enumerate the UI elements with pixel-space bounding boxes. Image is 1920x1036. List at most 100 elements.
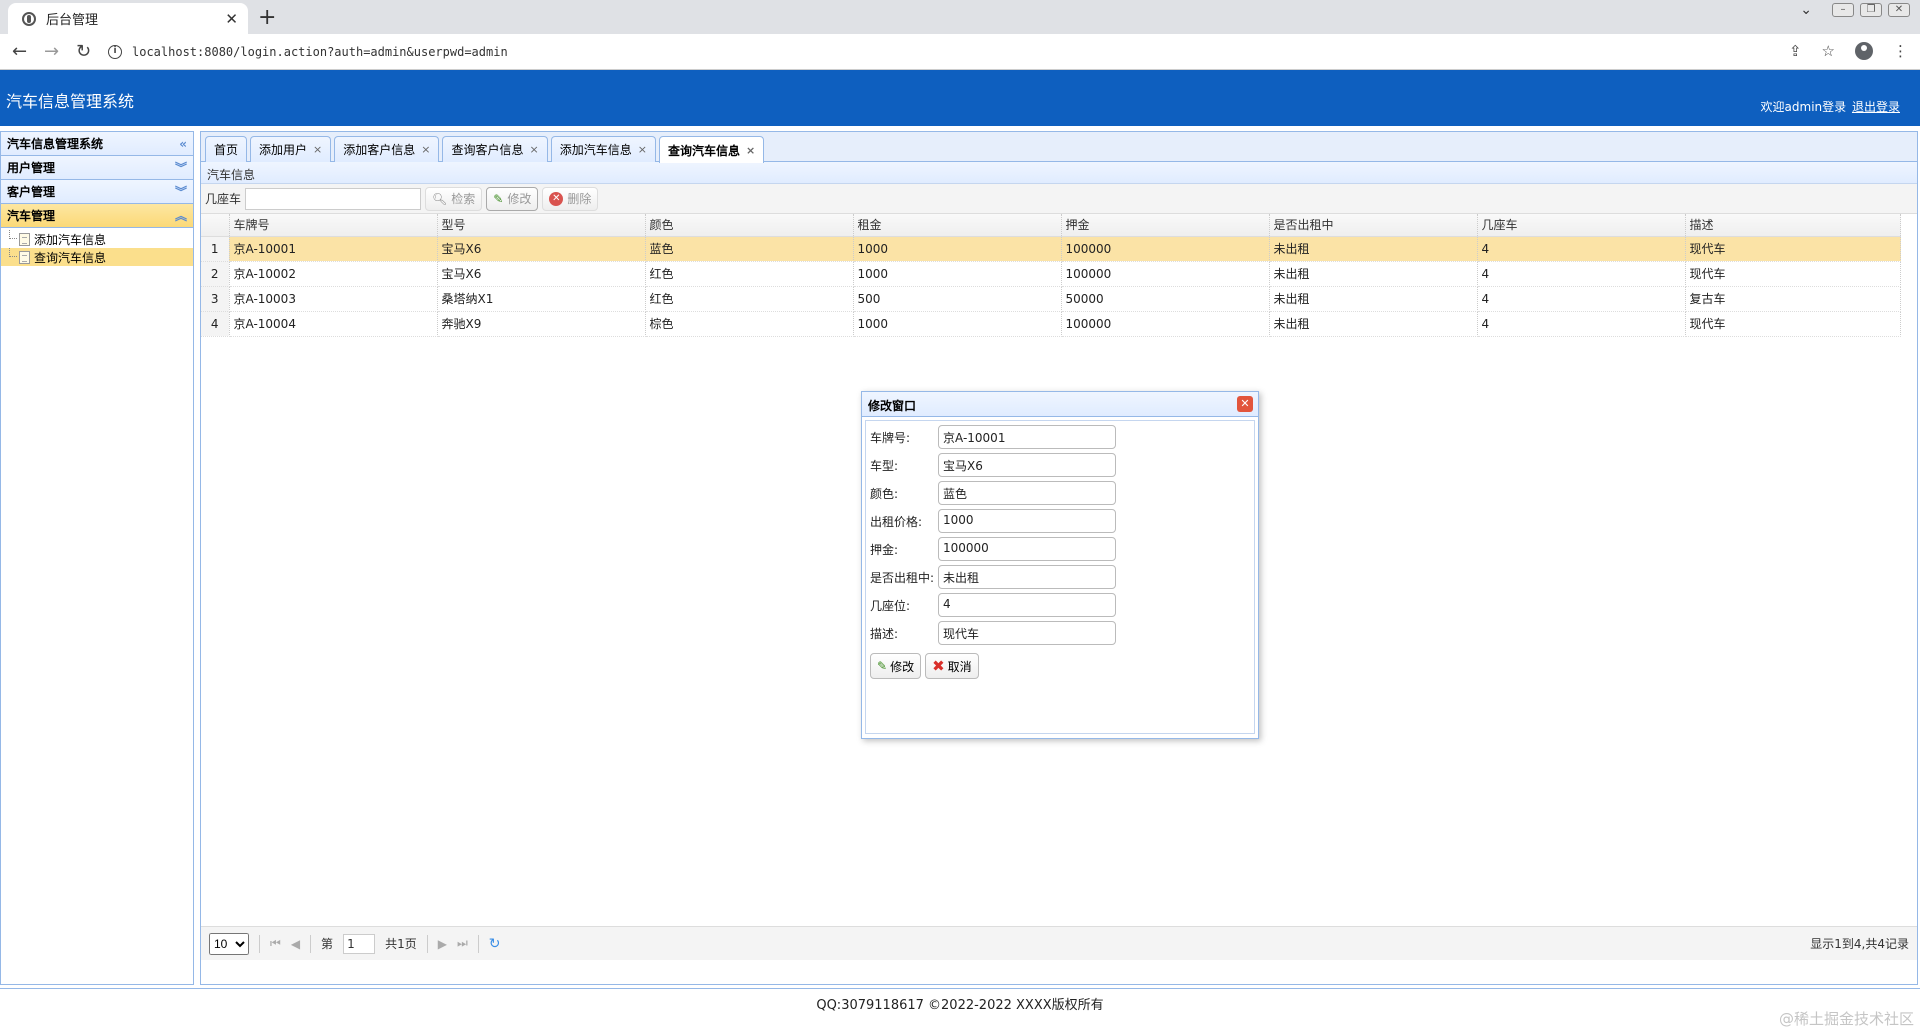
column-header[interactable]: 几座车 (1477, 214, 1686, 237)
search-button[interactable]: 🔍︎ 检索 (425, 186, 483, 211)
tab-add-customer[interactable]: 添加客户信息 × (334, 136, 440, 162)
chevron-down-icon[interactable]: ⌄ (1800, 2, 1812, 18)
edit-button[interactable]: ✎ 修改 (486, 186, 539, 211)
tab-query-customer[interactable]: 查询客户信息 × (442, 136, 548, 162)
sidebar-section-customer[interactable]: 客户管理 ︾ (1, 180, 193, 204)
table-cell: 京A-10002 (229, 261, 438, 287)
cancel-button[interactable]: ✖ 取消 (925, 653, 979, 679)
sidebar-section-car[interactable]: 汽车管理 ︽ (1, 204, 193, 228)
content-title: 汽车信息 (201, 162, 1917, 184)
tree-item-query-car[interactable]: 查询汽车信息 (1, 248, 193, 266)
tree-item-add-car[interactable]: 添加汽车信息 (1, 230, 193, 248)
field-label: 押金: (870, 542, 899, 557)
table-cell: 现代车 (1685, 311, 1901, 337)
browser-tab[interactable]: 后台管理 ✕ (8, 3, 248, 34)
search-icon: 🔍︎ (432, 191, 448, 206)
table-cell: 4 (1477, 261, 1686, 287)
table-row[interactable]: 4 京A-10004 奔驰X9 棕色 1000 100000 未出租 4 现代车 (201, 311, 1901, 337)
rent-price-field[interactable]: 1000 (938, 509, 1116, 533)
share-icon[interactable]: ⇪ (1789, 42, 1802, 60)
app-header: 汽车信息管理系统 欢迎admin登录 退出登录 (0, 70, 1920, 126)
next-page-icon[interactable]: ▶ (438, 937, 447, 951)
seats-label: 几座车 (205, 192, 242, 206)
reload-icon[interactable]: ↻ (76, 41, 91, 62)
table-row[interactable]: 1 京A-10001 宝马X6 蓝色 1000 100000 未出租 4 现代车 (201, 236, 1901, 262)
plate-field[interactable]: 京A-10001 (938, 425, 1116, 449)
page-prefix: 第 (321, 937, 334, 951)
column-header[interactable]: 租金 (853, 214, 1062, 237)
tab-add-car[interactable]: 添加汽车信息 × (550, 136, 656, 162)
close-icon[interactable]: ✕ (1237, 396, 1253, 412)
table-cell: 现代车 (1685, 261, 1901, 287)
last-page-icon[interactable]: ⏭ (457, 936, 468, 951)
tree-item-label: 添加汽车信息 (34, 232, 107, 247)
first-page-icon[interactable]: ⏮ (270, 936, 281, 951)
url-field[interactable]: i localhost:8080/login.action?auth=admin… (108, 39, 1808, 65)
tab-label: 添加汽车信息 (559, 143, 632, 157)
minimize-icon[interactable]: – (1832, 3, 1854, 17)
close-icon[interactable]: × (638, 143, 647, 156)
table-row[interactable]: 3 京A-10003 桑塔纳X1 红色 500 50000 未出租 4 复古车 (201, 286, 1901, 312)
column-header[interactable]: 是否出租中 (1269, 214, 1478, 237)
table-cell: 桑塔纳X1 (437, 286, 646, 312)
seats-search-input[interactable] (245, 187, 422, 210)
prev-page-icon[interactable]: ◀ (291, 937, 300, 951)
info-icon[interactable]: i (108, 45, 122, 59)
delete-button[interactable]: ✕ 删除 (542, 186, 599, 211)
address-bar: ← → ↻ i localhost:8080/login.action?auth… (0, 34, 1920, 70)
sidebar-section-user[interactable]: 用户管理 ︾ (1, 156, 193, 180)
profile-icon[interactable] (1855, 42, 1873, 60)
page-number-input[interactable]: 1 (343, 933, 376, 954)
column-header[interactable]: 描述 (1685, 214, 1901, 237)
close-window-icon[interactable]: ✕ (1888, 3, 1910, 17)
page-size-select[interactable]: 10 (209, 932, 249, 955)
delete-icon: ✕ (549, 191, 564, 206)
close-tab-icon[interactable]: ✕ (225, 10, 238, 28)
edit-button-label: 修改 (507, 192, 532, 206)
field-label: 几座位: (870, 598, 911, 613)
tab-add-user[interactable]: 添加用户 × (250, 136, 332, 162)
model-field[interactable]: 宝马X6 (938, 453, 1116, 477)
save-button[interactable]: ✎ 修改 (870, 653, 922, 679)
tab-query-car[interactable]: 查询汽车信息 × (658, 136, 765, 163)
close-icon[interactable]: × (746, 144, 755, 157)
dialog-title: 修改窗口 (868, 399, 917, 413)
close-icon[interactable]: × (530, 143, 539, 156)
table-cell: 宝马X6 (437, 261, 646, 287)
description-field[interactable]: 现代车 (938, 621, 1116, 645)
row-number: 3 (201, 286, 230, 312)
window-controls: ⌄ – ❐ ✕ (1800, 2, 1910, 18)
close-icon[interactable]: × (421, 143, 430, 156)
column-header[interactable]: 押金 (1061, 214, 1270, 237)
table-cell: 未出租 (1269, 286, 1478, 312)
refresh-icon[interactable]: ↻ (489, 936, 501, 952)
column-header[interactable]: 型号 (437, 214, 646, 237)
tab-home[interactable]: 首页 (205, 136, 248, 162)
sidebar-section-label: 客户管理 (7, 185, 56, 199)
welcome-text: 欢迎admin登录 (1760, 100, 1847, 114)
collapse-left-icon[interactable]: « (179, 137, 187, 151)
cancel-icon: ✖ (932, 657, 945, 675)
color-field[interactable]: 蓝色 (938, 481, 1116, 505)
sidebar: 汽车信息管理系统 « 用户管理 ︾ 客户管理 ︾ 汽车管理 ︽ 添加汽车信息 查… (0, 131, 194, 985)
back-icon[interactable]: ← (12, 41, 27, 62)
forward-icon[interactable]: → (44, 41, 59, 62)
tab-label: 查询客户信息 (451, 143, 524, 157)
close-icon[interactable]: × (313, 143, 322, 156)
menu-icon[interactable]: ⋮ (1893, 42, 1908, 60)
restore-icon[interactable]: ❐ (1860, 3, 1882, 17)
deposit-field[interactable]: 100000 (938, 537, 1116, 561)
search-button-label: 检索 (451, 192, 476, 206)
car-tree: 添加汽车信息 查询汽车信息 (1, 228, 193, 268)
dialog-header: 修改窗口 ✕ (862, 392, 1258, 417)
logout-link[interactable]: 退出登录 (1852, 100, 1900, 114)
seats-field[interactable]: 4 (938, 593, 1116, 617)
table-cell: 京A-10003 (229, 286, 438, 312)
new-tab-icon[interactable]: + (258, 5, 276, 30)
rented-status-field[interactable]: 未出租 (938, 565, 1116, 589)
star-icon[interactable]: ☆ (1822, 42, 1835, 60)
column-header[interactable]: 车牌号 (229, 214, 438, 237)
table-cell: 100000 (1061, 261, 1270, 287)
column-header[interactable]: 颜色 (645, 214, 854, 237)
table-row[interactable]: 2 京A-10002 宝马X6 红色 1000 100000 未出租 4 现代车 (201, 261, 1901, 287)
